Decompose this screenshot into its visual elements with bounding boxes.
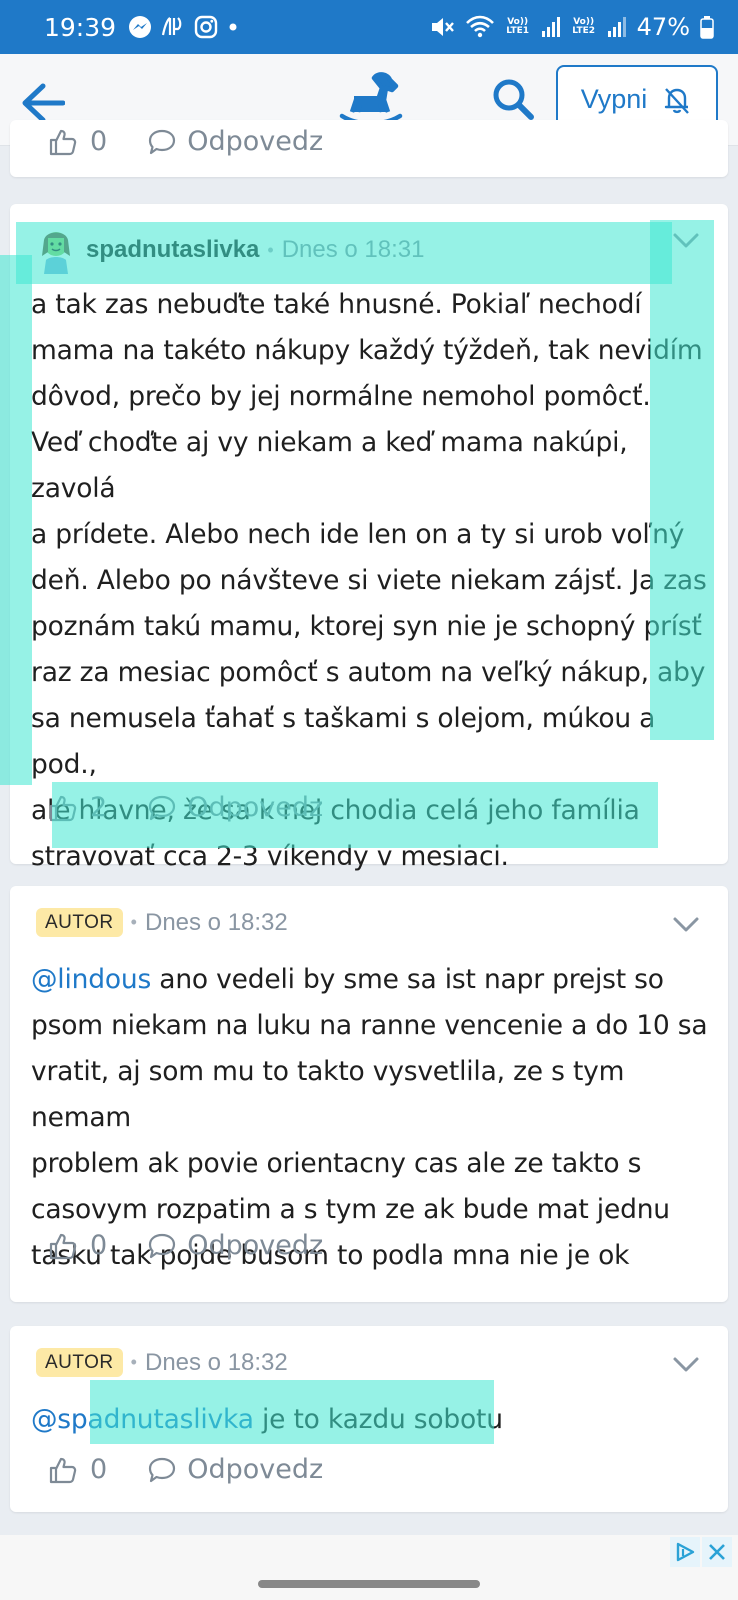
comment-actions: 0 Odpovedz (48, 1230, 323, 1261)
comment-line: @spadnutaslivka je to kazdu sobotu (31, 1397, 710, 1443)
comment-line: problem ak povie orientacny cas ale ze t… (31, 1148, 642, 1179)
home-indicator[interactable] (258, 1580, 480, 1588)
reply-button[interactable]: Odpovedz (147, 1454, 323, 1485)
comment-line: Veď choďte aj vy niekam a keď mama nakúp… (31, 427, 628, 504)
comment-line: casovym rozpatim a s tym ze ak bude mat … (31, 1194, 670, 1225)
like-count: 0 (90, 126, 108, 157)
app-notification-icon (161, 17, 182, 36)
comment-text: ano vedeli by sme sa ist napr prejst so (151, 964, 664, 995)
comment-line: a prídete. Alebo nech ide len on a ty si… (31, 519, 685, 550)
rocking-horse-icon (339, 72, 403, 126)
comment-card: AUTOR • Dnes o 18:32 @spadnutaslivka je … (10, 1326, 728, 1512)
speech-bubble-icon (149, 795, 176, 820)
comment-line: raz za mesiac pomôcť s autom na veľký ná… (31, 657, 706, 688)
user-mention-link[interactable]: @spadnutaslivka (31, 1404, 254, 1435)
comment-line: vratit, aj som mu to takto vysvetlila, z… (31, 1056, 625, 1133)
comment-line: a tak zas nebuďte také hnusné. Pokiaľ ne… (31, 289, 642, 320)
adchoices-button[interactable] (670, 1537, 700, 1567)
reply-button[interactable]: Odpovedz (147, 792, 323, 823)
reply-label: Odpovedz (187, 1454, 324, 1485)
instagram-icon (194, 15, 218, 39)
signal-1-icon (541, 17, 560, 37)
arrow-left-icon (22, 83, 65, 123)
meta-separator: • (267, 239, 274, 260)
like-button[interactable]: 2 (48, 792, 107, 823)
search-icon (493, 79, 534, 120)
like-count: 0 (90, 1454, 108, 1485)
comment-time: Dnes o 18:32 (144, 1348, 288, 1376)
ad-controls (670, 1537, 732, 1567)
like-count: 0 (90, 1230, 108, 1261)
thumbs-up-icon (49, 795, 77, 821)
reply-label: Odpovedz (187, 792, 324, 823)
ad-close-button[interactable] (702, 1537, 732, 1567)
reply-button[interactable]: Odpovedz (147, 1230, 323, 1261)
avatar[interactable] (34, 226, 78, 274)
notification-icons (128, 15, 240, 39)
rocking-horse-logo[interactable] (338, 70, 404, 126)
status-bar: 19:39 Vo)) LTE1 Vo)) LTE2 47% (0, 0, 738, 54)
comment-meta: AUTOR • Dnes o 18:32 (36, 1348, 288, 1377)
comment-line: dôvod, prečo by jej normálne nemohol pom… (31, 381, 651, 412)
speech-bubble-icon (149, 129, 176, 154)
author-badge: AUTOR (36, 908, 123, 937)
battery-icon (700, 16, 714, 39)
previous-comment-card: 0 Odpovedz (10, 120, 728, 177)
search-button[interactable] (490, 76, 540, 126)
comment-card: AUTOR • Dnes o 18:32 @lindous ano vedeli… (10, 886, 728, 1302)
comment-body: @spadnutaslivka je to kazdu sobotu (31, 1397, 710, 1443)
network-1-label: Vo)) LTE1 (506, 17, 530, 36)
chevron-down-icon[interactable] (672, 916, 700, 934)
comment-time: Dnes o 18:32 (144, 908, 288, 936)
signal-2-icon (607, 17, 626, 37)
messenger-icon (129, 16, 152, 38)
comment-body: a tak zas nebuďte také hnusné. Pokiaľ ne… (31, 282, 710, 880)
comment-actions: 0 Odpovedz (48, 1454, 323, 1485)
author-badge: AUTOR (36, 1348, 123, 1377)
reply-button[interactable]: Odpovedz (147, 126, 323, 157)
comment-line: psom niekam na luku na ranne vencenie a … (31, 1010, 708, 1041)
like-count: 2 (90, 792, 108, 823)
thumbs-up-icon (49, 129, 77, 155)
comment-time: Dnes o 18:31 (281, 236, 425, 263)
comment-line: poznám takú mamu, ktorej syn nie je scho… (31, 611, 702, 642)
reply-label: Odpovedz (187, 126, 324, 157)
like-button[interactable]: 0 (48, 1230, 107, 1261)
speech-bubble-icon (149, 1457, 176, 1482)
mute-icon (431, 18, 454, 36)
user-mention-link[interactable]: @lindous (31, 964, 151, 995)
comment-actions: 0 Odpovedz (48, 126, 323, 157)
comment-actions: 2 Odpovedz (48, 792, 323, 823)
chevron-down-icon[interactable] (672, 1356, 700, 1374)
thumbs-up-icon (49, 1233, 77, 1259)
comment-username[interactable]: spadnutaslivka (86, 236, 259, 264)
notifications-off-label: Vypni (580, 84, 648, 114)
close-icon (709, 1544, 725, 1560)
meta-separator: • (130, 912, 137, 932)
comment-line: deň. Alebo po návšteve si viete niekam z… (31, 565, 707, 596)
network-2-label: Vo)) LTE2 (572, 17, 596, 36)
reply-label: Odpovedz (187, 1230, 324, 1261)
speech-bubble-icon (149, 1233, 176, 1258)
chevron-down-icon[interactable] (672, 232, 700, 250)
comment-meta: AUTOR • Dnes o 18:32 (36, 908, 288, 937)
status-time: 19:39 (44, 12, 117, 42)
battery-percent: 47% (636, 13, 690, 41)
dot-icon (229, 23, 237, 31)
comment-text: je to kazdu sobotu (253, 1404, 503, 1435)
wifi-icon (465, 15, 494, 38)
comment-line: @lindous ano vedeli by sme sa ist napr p… (31, 957, 710, 1003)
comment-card: spadnutaslivka • Dnes o 18:31 a tak zas … (10, 204, 728, 872)
thumbs-up-icon (49, 1457, 77, 1483)
comment-line: stravovať cca 2-3 víkendy v mesiaci. (31, 841, 509, 872)
comment-line: mama na takéto nákupy každý týždeň, tak … (31, 335, 703, 366)
comment-meta: spadnutaslivka • Dnes o 18:31 (34, 226, 425, 274)
bell-off-icon (665, 87, 690, 114)
like-button[interactable]: 0 (48, 1454, 107, 1485)
meta-separator: • (130, 1352, 137, 1372)
like-button[interactable]: 0 (48, 126, 107, 157)
ad-banner (0, 1535, 738, 1600)
comment-line: sa nemusela ťahať s taškami s olejom, mú… (31, 703, 656, 780)
adchoices-icon (676, 1542, 695, 1562)
